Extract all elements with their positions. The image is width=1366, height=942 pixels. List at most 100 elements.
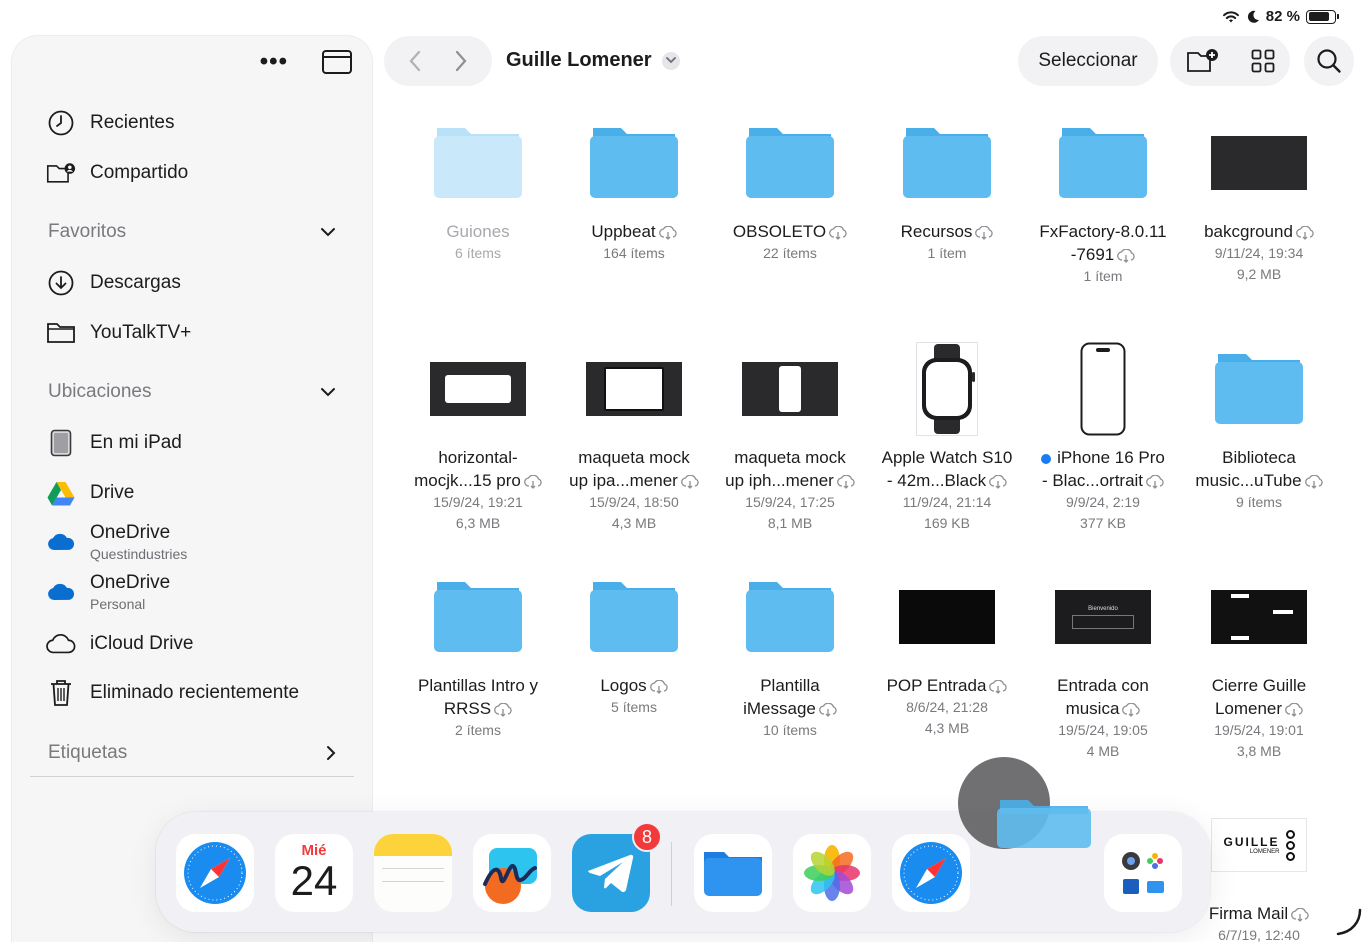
item-meta: 6 ítems	[455, 245, 501, 261]
sidebar-item-shared[interactable]: Compartido	[46, 158, 188, 188]
favorites-header[interactable]: Favoritos	[48, 221, 336, 243]
safari-app-icon[interactable]	[892, 834, 970, 912]
sidebar-item-label: Recientes	[90, 112, 175, 133]
item-meta: 15/9/24, 18:50	[589, 494, 679, 510]
item-name: OBSOLETO	[732, 222, 827, 241]
sidebar-item-label: Compartido	[90, 162, 189, 183]
item-meta: 19/5/24, 19:01	[1214, 722, 1304, 738]
item-meta: 5 ítems	[611, 699, 657, 715]
cloud-download-icon	[1304, 474, 1323, 489]
item-meta: 8/6/24, 21:28	[906, 699, 988, 715]
resize-handle-icon[interactable]	[1336, 908, 1362, 936]
grid-item-obsoleto[interactable]: OBSOLETO 22 ítems	[712, 116, 868, 264]
grid-item-guiones[interactable]: Guiones 6 ítems	[400, 116, 556, 264]
item-name: Biblioteca	[1222, 448, 1296, 467]
tags-label: Etiquetas	[48, 742, 128, 763]
cloud-download-icon	[523, 474, 542, 489]
divider	[30, 776, 354, 777]
app-library-icon[interactable]	[1104, 834, 1182, 912]
favorites-label: Favoritos	[48, 221, 127, 242]
item-meta: 9 ítems	[1236, 494, 1282, 510]
grid-view-icon[interactable]	[1251, 49, 1275, 73]
cloud-download-icon	[658, 225, 677, 240]
grid-item-iphone-16[interactable]: iPhone 16 Pro - Blac...ortrait 9/9/24, 2:…	[1025, 342, 1181, 534]
sidebar-item-recents[interactable]: Recientes	[46, 108, 175, 138]
moon-icon	[1247, 10, 1259, 23]
item-name: iPhone 16 Pro	[1057, 448, 1165, 467]
sidebar-item-youtalk[interactable]: YouTalkTV+	[46, 318, 191, 348]
google-drive-icon	[46, 478, 76, 508]
grid-item-recursos[interactable]: Recursos 1 ítem	[869, 116, 1025, 264]
thumbnail-text: GUILLE	[1223, 835, 1280, 849]
item-meta: 15/9/24, 19:21	[433, 494, 523, 510]
grid-item-entrada-musica[interactable]: Bienvenido Entrada con musica 19/5/24, 19…	[1025, 570, 1181, 762]
sidebar-item-trash[interactable]: Eliminado recientemente	[46, 678, 299, 708]
item-size: 8,1 MB	[767, 515, 813, 531]
grid-item-cierre[interactable]: Cierre Guille Lomener 19/5/24, 19:01 3,8 …	[1181, 570, 1337, 762]
sidebar-item-drive[interactable]: Drive	[46, 478, 134, 508]
ipad-icon	[46, 428, 76, 458]
grid-item-pop-entrada[interactable]: POP Entrada 8/6/24, 21:28 4,3 MB	[869, 570, 1025, 739]
grid-item-maqueta-ipad[interactable]: maqueta mock up ipa...mener 15/9/24, 18:5…	[556, 342, 712, 534]
forward-chevron-icon[interactable]	[454, 50, 468, 72]
safari-app-icon[interactable]	[176, 834, 254, 912]
grid-item-maqueta-iphone[interactable]: maqueta mock up iph...mener 15/9/24, 17:2…	[712, 342, 868, 534]
notes-app-icon[interactable]	[374, 834, 452, 912]
image-thumbnail	[712, 342, 868, 436]
locations-header[interactable]: Ubicaciones	[48, 381, 336, 403]
sidebar-item-label: OneDrive	[90, 572, 171, 593]
item-name-line2: -7691	[1070, 245, 1115, 264]
folder-title[interactable]: Guille Lomener	[506, 49, 680, 72]
telegram-app-icon[interactable]: 8	[572, 822, 662, 912]
grid-item-logos[interactable]: Logos 5 ítems	[556, 570, 712, 718]
folder-icon	[46, 318, 76, 348]
new-folder-icon[interactable]	[1186, 48, 1220, 74]
grid-item-apple-watch[interactable]: Apple Watch S10 - 42m...Black 11/9/24, 21…	[869, 342, 1025, 534]
item-name: Logos	[600, 676, 647, 695]
grid-item-uppbeat[interactable]: Uppbeat 164 ítems	[556, 116, 712, 264]
item-size: 169 KB	[924, 515, 970, 531]
sidebar-item-downloads[interactable]: Descargas	[46, 268, 181, 298]
back-chevron-icon[interactable]	[408, 50, 422, 72]
files-app-icon[interactable]	[694, 834, 772, 912]
item-name: POP Entrada	[886, 676, 987, 695]
item-size: 4,3 MB	[924, 720, 970, 736]
sidebar-item-onedrive-personal[interactable]: OneDrive Personal	[46, 572, 170, 612]
thumbnail-text: Bienvenido	[1088, 605, 1118, 612]
chevron-down-icon[interactable]	[661, 51, 680, 70]
calendar-app-icon[interactable]: Mié 24	[275, 834, 353, 912]
folder-icon	[869, 116, 1025, 210]
sidebar-item-label: Descargas	[90, 272, 181, 293]
item-name: Plantilla	[760, 676, 820, 695]
cloud-download-icon	[989, 679, 1008, 694]
photos-app-icon[interactable]	[793, 834, 871, 912]
grid-item-fxfactory[interactable]: FxFactory-8.0.11 -7691 1 ítem	[1025, 116, 1181, 287]
item-size: 3,8 MB	[1236, 743, 1282, 759]
more-icon[interactable]: •••	[260, 50, 288, 74]
sidebar-item-label: Eliminado recientemente	[90, 682, 300, 703]
cloud-download-icon	[1117, 248, 1135, 263]
freeform-app-icon[interactable]	[473, 834, 551, 912]
grid-item-plantilla-imessage[interactable]: Plantilla iMessage 10 ítems	[712, 570, 868, 741]
cloud-download-icon	[836, 474, 855, 489]
item-size: 377 KB	[1080, 515, 1126, 531]
sidebar-item-onedrive-work[interactable]: OneDrive Questindustries	[46, 522, 187, 562]
sidebar-item-label: En mi iPad	[90, 432, 182, 453]
search-button[interactable]	[1304, 36, 1354, 86]
item-size: 4,3 MB	[611, 515, 657, 531]
select-button[interactable]: Seleccionar	[1018, 36, 1158, 86]
clock-icon	[46, 108, 76, 138]
sidebar-item-label: OneDrive	[90, 522, 171, 543]
grid-item-biblioteca[interactable]: Biblioteca music...uTube 9 ítems	[1181, 342, 1337, 513]
sidebar-item-ipad[interactable]: En mi iPad	[46, 428, 182, 458]
tags-header[interactable]: Etiquetas	[48, 742, 336, 764]
battery-icon	[1306, 9, 1339, 24]
grid-item-horizontal-mock[interactable]: horizontal-mocjk...15 pro 15/9/24, 19:21…	[400, 342, 556, 534]
grid-item-bakcground[interactable]: bakcground 9/11/24, 19:34 9,2 MB	[1181, 116, 1337, 285]
cloud-download-icon	[975, 225, 994, 240]
sidebar-item-icloud[interactable]: iCloud Drive	[46, 629, 193, 659]
sidebar-toggle-icon[interactable]	[322, 50, 352, 74]
grid-item-plantillas-intro[interactable]: Plantillas Intro y RRSS 2 ítems	[400, 570, 556, 741]
item-meta: 9/9/24, 2:19	[1066, 494, 1140, 510]
dragged-folder-icon[interactable]	[996, 798, 1092, 855]
